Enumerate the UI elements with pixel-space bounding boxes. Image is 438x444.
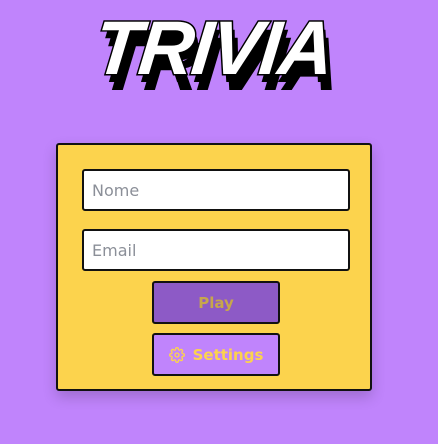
gear-icon — [168, 346, 185, 363]
svg-text:TRIVIA: TRIVIA — [90, 14, 336, 91]
trivia-login-page: TRIVIA TRIVIA TRIVIA Play Settings — [0, 0, 438, 444]
settings-button-label: Settings — [192, 345, 264, 364]
name-input[interactable] — [82, 169, 350, 211]
email-input[interactable] — [82, 229, 350, 271]
play-button[interactable]: Play — [152, 281, 280, 324]
settings-button[interactable]: Settings — [152, 333, 280, 376]
login-card: Play Settings — [56, 143, 372, 391]
play-button-label: Play — [198, 293, 234, 312]
trivia-logo: TRIVIA TRIVIA TRIVIA — [86, 14, 348, 110]
